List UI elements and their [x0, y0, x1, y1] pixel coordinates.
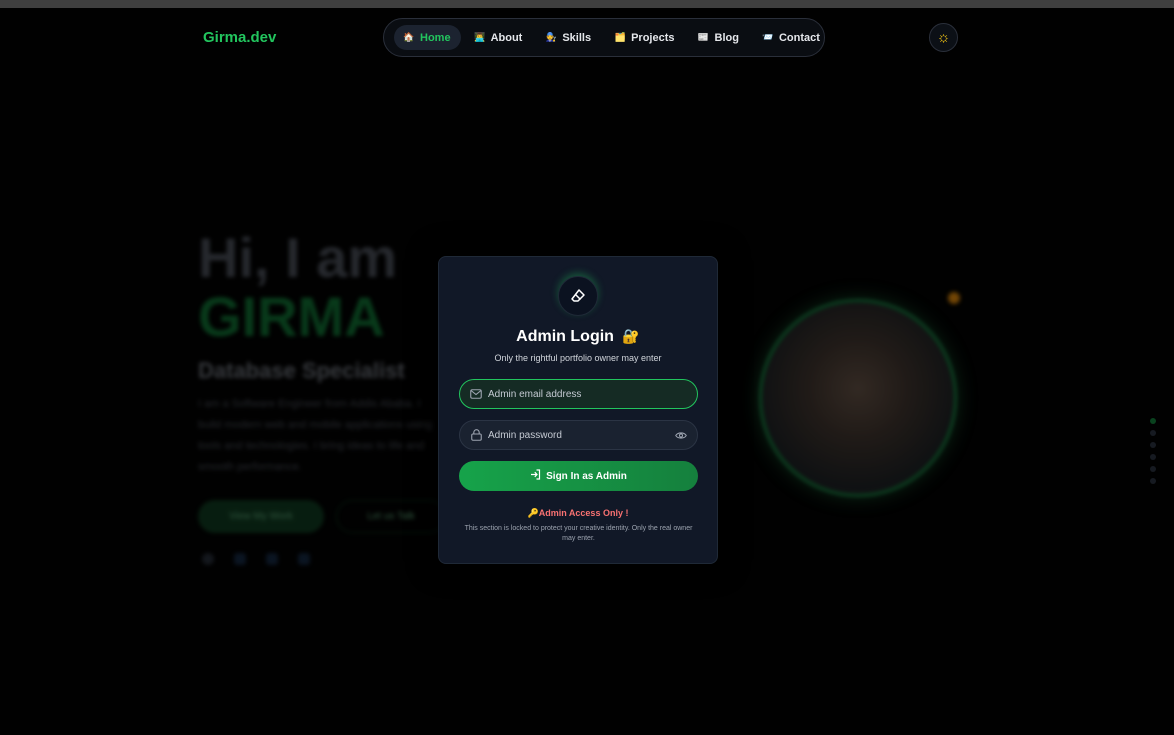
- admin-access-note: This section is locked to protect your c…: [464, 525, 693, 542]
- view-work-button: View My Work: [198, 500, 324, 533]
- section-dot: [1150, 454, 1156, 460]
- nav-item-contact[interactable]: 📨 Contact: [753, 25, 830, 50]
- envelope-icon: 📨: [762, 32, 774, 42]
- section-dot: [1150, 478, 1156, 484]
- telegram-icon: [266, 553, 278, 565]
- nav-item-label: Skills: [562, 31, 592, 44]
- home-icon: 🏠: [403, 32, 415, 42]
- modal-subtitle: Only the rightful portfolio owner may en…: [494, 353, 662, 363]
- admin-access-warning: 🔑Admin Access Only !: [527, 508, 629, 518]
- password-field[interactable]: [459, 420, 698, 450]
- lock-icon: 🔐: [622, 328, 640, 344]
- modal-title-text: Admin Login: [516, 328, 614, 345]
- main-nav: 🏠 Home 👨‍💻 About 🧑‍🔧 Skills 🗂️ Projects …: [383, 18, 825, 57]
- nav-item-label: Contact: [778, 31, 820, 44]
- nav-item-label: Projects: [631, 31, 675, 44]
- admin-badge-icon: [558, 276, 598, 316]
- sign-in-label: Sign In as Admin: [546, 470, 627, 482]
- sun-icon: ☼: [936, 29, 951, 46]
- mail-icon: [470, 389, 482, 399]
- hero-buttons: View My Work Let us Talk: [198, 500, 446, 533]
- nav-item-skills[interactable]: 🧑‍🔧 Skills: [536, 25, 601, 50]
- admin-login-modal: Admin Login 🔐 Only the rightful portfoli…: [438, 256, 718, 564]
- hero-greeting: Hi, I am: [198, 226, 398, 289]
- nav-item-home[interactable]: 🏠 Home: [394, 25, 461, 50]
- hero-role: Database Specialist: [198, 358, 405, 383]
- nav-item-label: Home: [420, 31, 451, 44]
- newspaper-icon: 📰: [697, 32, 710, 42]
- password-input[interactable]: [488, 429, 669, 441]
- email-icon: [298, 553, 310, 565]
- site-logo[interactable]: Girma.dev: [203, 29, 276, 46]
- email-input[interactable]: [488, 388, 687, 400]
- social-links: [198, 553, 446, 565]
- mechanic-icon: 🧑‍🔧: [545, 32, 557, 42]
- eraser-icon: [571, 289, 585, 302]
- hero-name: GIRMA: [198, 285, 385, 348]
- developer-icon: 👨‍💻: [473, 32, 486, 42]
- nav-item-projects[interactable]: 🗂️ Projects: [605, 25, 684, 50]
- email-field[interactable]: [459, 379, 698, 409]
- hero-description: I am a Software Engineer from Addis Abab…: [198, 398, 433, 473]
- nav-item-label: About: [490, 31, 523, 44]
- section-dot: [1150, 442, 1156, 448]
- section-indicator: [1150, 418, 1156, 484]
- eye-icon[interactable]: [675, 431, 687, 440]
- theme-toggle-button[interactable]: ☼: [929, 23, 958, 52]
- linkedin-icon: [234, 553, 246, 565]
- avatar-badge-icon: [948, 292, 960, 304]
- modal-title: Admin Login 🔐: [439, 328, 717, 346]
- profile-avatar: [758, 298, 958, 498]
- hero-section: Hi, I am GIRMA Database Specialist I am …: [198, 228, 446, 565]
- browser-top-strip: [0, 0, 1174, 8]
- login-icon: [530, 469, 541, 483]
- github-icon: [202, 553, 214, 565]
- nav-item-about[interactable]: 👨‍💻 About: [465, 25, 533, 50]
- section-dot: [1150, 418, 1156, 424]
- section-dot: [1150, 466, 1156, 472]
- page: Girma.dev 🏠 Home 👨‍💻 About 🧑‍🔧 Skills 🗂️…: [0, 8, 1174, 735]
- nav-item-label: Blog: [714, 31, 739, 44]
- section-dot: [1150, 430, 1156, 436]
- lets-talk-button: Let us Talk: [336, 500, 446, 533]
- nav-item-blog[interactable]: 📰 Blog: [689, 25, 749, 50]
- folder-icon: 🗂️: [614, 32, 626, 42]
- lock-icon: [470, 429, 482, 441]
- sign-in-button[interactable]: Sign In as Admin: [459, 461, 698, 491]
